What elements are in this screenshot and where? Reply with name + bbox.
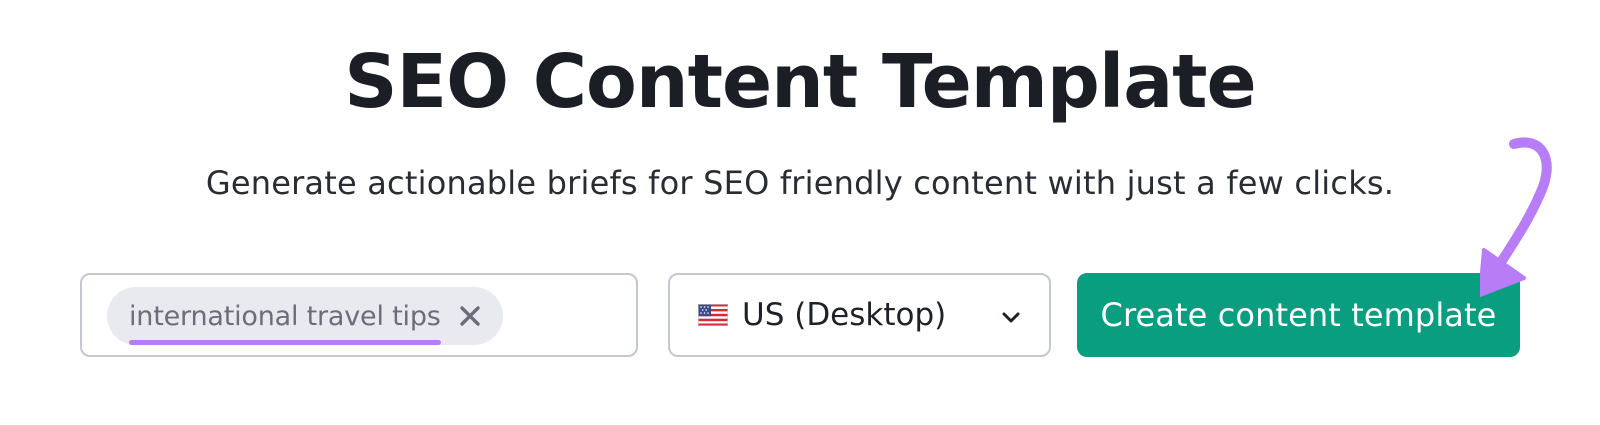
us-flag-icon [698,304,728,326]
database-select[interactable]: US (Desktop) [668,273,1051,357]
keyword-chip-text: international travel tips [129,300,441,332]
keyword-input-field[interactable]: international travel tips [80,273,638,357]
database-select-label: US (Desktop) [742,297,947,333]
keyword-chip: international travel tips [107,287,503,345]
create-content-template-button[interactable]: Create content template [1077,273,1520,357]
annotation-arrow-icon [1480,137,1552,297]
chevron-down-icon [1002,312,1020,323]
keyword-chip-label: international travel tips [129,300,441,345]
close-icon[interactable] [459,305,481,327]
page-title: SEO Content Template [344,39,1257,125]
page-subtitle: Generate actionable briefs for SEO frien… [205,164,1395,202]
keyword-highlight-underline [129,339,441,345]
